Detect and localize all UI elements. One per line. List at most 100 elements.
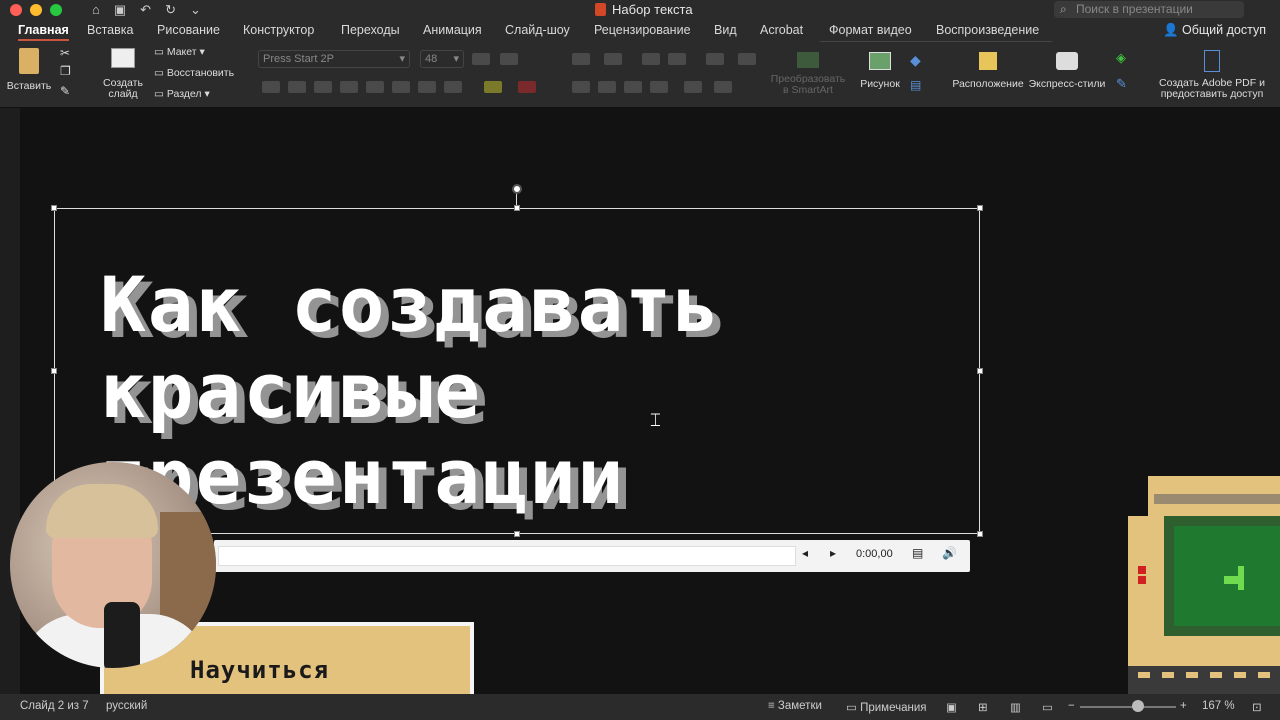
headline-line-1: Как создавать bbox=[100, 260, 721, 349]
resize-handle-top-left[interactable] bbox=[51, 205, 57, 211]
text-cursor-icon: ⌶ bbox=[650, 410, 661, 430]
cut-icon[interactable]: ✂ bbox=[60, 46, 70, 60]
volume-icon[interactable]: 🔊 bbox=[942, 546, 957, 560]
cta-label: Научиться bbox=[190, 656, 330, 684]
text-direction-icon[interactable] bbox=[684, 81, 702, 93]
reset-icon: ▭ bbox=[154, 67, 164, 79]
strikethrough-icon[interactable] bbox=[340, 81, 358, 93]
tab-playback[interactable]: Воспроизведение bbox=[936, 23, 1039, 37]
normal-view-icon[interactable]: ▣ bbox=[946, 700, 957, 714]
convert-smartart-button[interactable]: Преобразовать в SmartArt bbox=[768, 52, 848, 96]
reading-view-icon[interactable]: ▥ bbox=[1010, 700, 1021, 714]
fit-slide-icon[interactable]: ⊡ bbox=[1252, 700, 1262, 714]
bullets-icon[interactable] bbox=[572, 53, 590, 65]
minimize-window-button[interactable] bbox=[30, 4, 42, 16]
undo-icon[interactable]: ↶ bbox=[140, 2, 151, 18]
align-right-icon[interactable] bbox=[624, 81, 642, 93]
quick-styles-button[interactable]: Экспресс-стили bbox=[1026, 52, 1108, 90]
home-icon[interactable]: ⌂ bbox=[92, 2, 100, 18]
status-bar: Слайд 2 из 7 русский ≡ Заметки ▭ Примеча… bbox=[0, 694, 1280, 720]
shapes-icon[interactable]: ◆ bbox=[910, 52, 921, 69]
save-icon[interactable]: ▣ bbox=[114, 2, 126, 18]
new-slide-icon bbox=[111, 48, 135, 68]
decrease-font-icon[interactable] bbox=[500, 53, 518, 65]
search-input[interactable]: ⌕ Поиск в презентации bbox=[1054, 1, 1244, 18]
shape-fill-icon[interactable]: ◈ bbox=[1116, 50, 1126, 66]
justify-icon[interactable] bbox=[650, 81, 668, 93]
tab-draw[interactable]: Рисование bbox=[157, 23, 220, 37]
layout-button[interactable]: ▭ Макет ▾ bbox=[154, 46, 205, 58]
decrease-indent-icon[interactable] bbox=[642, 53, 660, 65]
zoom-out-icon[interactable]: − bbox=[1068, 700, 1075, 712]
tab-acrobat[interactable]: Acrobat bbox=[760, 23, 803, 37]
resize-handle-bottom-right[interactable] bbox=[977, 531, 983, 537]
increase-indent-icon[interactable] bbox=[668, 53, 686, 65]
resize-handle-left[interactable] bbox=[51, 368, 57, 374]
tab-transitions[interactable]: Переходы bbox=[341, 23, 400, 37]
slide-sorter-icon[interactable]: ⊞ bbox=[978, 700, 988, 714]
tab-slideshow[interactable]: Слайд-шоу bbox=[505, 23, 570, 37]
tab-insert[interactable]: Вставка bbox=[87, 23, 133, 37]
tab-video-format[interactable]: Формат видео bbox=[829, 23, 912, 37]
resize-handle-bottom[interactable] bbox=[514, 531, 520, 537]
char-spacing-icon[interactable] bbox=[418, 81, 436, 93]
paste-button[interactable]: Вставить bbox=[6, 48, 52, 92]
create-adobe-pdf-button[interactable]: Создать Adobe PDF и предоставить доступ bbox=[1156, 50, 1268, 100]
font-size-field[interactable]: 48 ▾ bbox=[420, 50, 464, 68]
resize-handle-top-right[interactable] bbox=[977, 205, 983, 211]
new-slide-button[interactable]: Создать слайд bbox=[100, 48, 146, 100]
notes-button[interactable]: ≡ Заметки bbox=[768, 700, 822, 712]
zoom-window-button[interactable] bbox=[50, 4, 62, 16]
tab-review[interactable]: Рецензирование bbox=[594, 23, 691, 37]
tab-design[interactable]: Конструктор bbox=[243, 23, 314, 37]
underline-icon[interactable] bbox=[314, 81, 332, 93]
increase-font-icon[interactable] bbox=[472, 53, 490, 65]
picture-button[interactable]: Рисунок bbox=[858, 52, 902, 90]
change-case-icon[interactable] bbox=[444, 81, 462, 93]
zoom-slider-track[interactable] bbox=[1080, 706, 1176, 708]
slideshow-view-icon[interactable]: ▭ bbox=[1042, 700, 1053, 714]
numbering-icon[interactable] bbox=[604, 53, 622, 65]
font-name-field[interactable]: Press Start 2P ▾ bbox=[258, 50, 410, 68]
arrange-icon bbox=[979, 52, 997, 70]
arrange-button[interactable]: Расположение bbox=[952, 52, 1024, 90]
player-time: 0:00,00 bbox=[856, 548, 893, 560]
play-icon[interactable]: ▸ bbox=[830, 546, 836, 560]
font-color-icon[interactable] bbox=[518, 81, 536, 93]
zoom-slider-thumb[interactable] bbox=[1132, 700, 1144, 712]
rotate-handle[interactable] bbox=[512, 184, 522, 194]
section-button[interactable]: ▭ Раздел ▾ bbox=[154, 88, 210, 100]
resize-handle-top[interactable] bbox=[514, 205, 520, 211]
window-controls bbox=[10, 4, 62, 16]
copy-icon[interactable]: ❐ bbox=[60, 64, 71, 78]
tab-home[interactable]: Главная bbox=[18, 23, 69, 41]
superscript-icon[interactable] bbox=[392, 81, 410, 93]
close-window-button[interactable] bbox=[10, 4, 22, 16]
highlight-icon[interactable] bbox=[484, 81, 502, 93]
subscript-icon[interactable] bbox=[366, 81, 384, 93]
customize-toolbar-icon[interactable]: ⌄ bbox=[190, 2, 201, 18]
share-button[interactable]: 👤 Общий доступ bbox=[1163, 23, 1266, 38]
align-text-icon[interactable] bbox=[714, 81, 732, 93]
zoom-level[interactable]: 167 % bbox=[1202, 700, 1235, 712]
microphone-image bbox=[104, 602, 140, 668]
line-spacing-icon[interactable] bbox=[706, 53, 724, 65]
redo-icon[interactable]: ↻ bbox=[165, 2, 176, 18]
bold-icon[interactable] bbox=[262, 81, 280, 93]
comments-button[interactable]: ▭ Примечания bbox=[846, 700, 926, 714]
align-center-icon[interactable] bbox=[598, 81, 616, 93]
text-box-icon[interactable]: ▤ bbox=[910, 78, 921, 92]
tab-view[interactable]: Вид bbox=[714, 23, 737, 37]
reset-button[interactable]: ▭ Восстановить bbox=[154, 67, 234, 79]
format-painter-icon[interactable]: ✎ bbox=[60, 84, 70, 98]
captions-icon[interactable]: ▤ bbox=[912, 546, 923, 560]
language-indicator[interactable]: русский bbox=[106, 700, 147, 712]
zoom-in-icon[interactable]: + bbox=[1180, 700, 1187, 712]
shape-outline-icon[interactable]: ✎ bbox=[1116, 76, 1127, 92]
tab-animations[interactable]: Анимация bbox=[423, 23, 482, 37]
columns-icon[interactable] bbox=[738, 53, 756, 65]
video-scrubber[interactable] bbox=[218, 546, 796, 566]
align-left-icon[interactable] bbox=[572, 81, 590, 93]
italic-icon[interactable] bbox=[288, 81, 306, 93]
skip-back-icon[interactable]: ◂ bbox=[802, 546, 808, 560]
